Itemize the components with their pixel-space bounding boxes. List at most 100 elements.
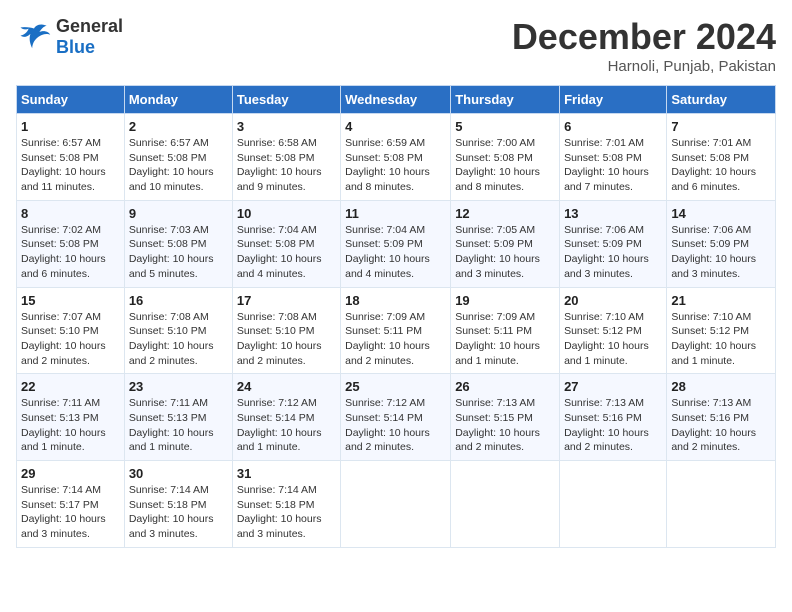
- day-info: Sunrise: 7:09 AM Sunset: 5:11 PM Dayligh…: [455, 310, 555, 369]
- day-info: Sunrise: 7:01 AM Sunset: 5:08 PM Dayligh…: [564, 136, 662, 195]
- day-info: Sunrise: 7:08 AM Sunset: 5:10 PM Dayligh…: [237, 310, 336, 369]
- col-wednesday: Wednesday: [341, 86, 451, 114]
- day-number: 11: [345, 206, 446, 221]
- calendar-cell: 25 Sunrise: 7:12 AM Sunset: 5:14 PM Dayl…: [341, 374, 451, 461]
- day-number: 21: [671, 293, 771, 308]
- calendar-cell: 26 Sunrise: 7:13 AM Sunset: 5:15 PM Dayl…: [451, 374, 560, 461]
- day-info: Sunrise: 7:13 AM Sunset: 5:15 PM Dayligh…: [455, 396, 555, 455]
- day-number: 9: [129, 206, 228, 221]
- day-number: 13: [564, 206, 662, 221]
- day-number: 7: [671, 119, 771, 134]
- month-title: December 2024: [512, 16, 776, 58]
- calendar-cell: [451, 461, 560, 548]
- calendar-cell: 18 Sunrise: 7:09 AM Sunset: 5:11 PM Dayl…: [341, 287, 451, 374]
- day-number: 1: [21, 119, 120, 134]
- location: Harnoli, Punjab, Pakistan: [512, 58, 776, 75]
- calendar-cell: [560, 461, 667, 548]
- calendar-cell: [341, 461, 451, 548]
- calendar-cell: 19 Sunrise: 7:09 AM Sunset: 5:11 PM Dayl…: [451, 287, 560, 374]
- calendar-week-row: 29 Sunrise: 7:14 AM Sunset: 5:17 PM Dayl…: [17, 461, 776, 548]
- day-number: 29: [21, 466, 120, 481]
- logo-icon: [16, 21, 52, 53]
- day-info: Sunrise: 7:10 AM Sunset: 5:12 PM Dayligh…: [671, 310, 771, 369]
- day-info: Sunrise: 7:07 AM Sunset: 5:10 PM Dayligh…: [21, 310, 120, 369]
- calendar-cell: 8 Sunrise: 7:02 AM Sunset: 5:08 PM Dayli…: [17, 200, 125, 287]
- day-number: 15: [21, 293, 120, 308]
- calendar-cell: 4 Sunrise: 6:59 AM Sunset: 5:08 PM Dayli…: [341, 114, 451, 201]
- day-info: Sunrise: 6:59 AM Sunset: 5:08 PM Dayligh…: [345, 136, 446, 195]
- day-number: 3: [237, 119, 336, 134]
- calendar-cell: 23 Sunrise: 7:11 AM Sunset: 5:13 PM Dayl…: [124, 374, 232, 461]
- calendar-cell: 21 Sunrise: 7:10 AM Sunset: 5:12 PM Dayl…: [667, 287, 776, 374]
- day-number: 28: [671, 379, 771, 394]
- day-info: Sunrise: 6:58 AM Sunset: 5:08 PM Dayligh…: [237, 136, 336, 195]
- col-sunday: Sunday: [17, 86, 125, 114]
- calendar-cell: 12 Sunrise: 7:05 AM Sunset: 5:09 PM Dayl…: [451, 200, 560, 287]
- calendar-body: 1 Sunrise: 6:57 AM Sunset: 5:08 PM Dayli…: [17, 114, 776, 548]
- day-number: 12: [455, 206, 555, 221]
- calendar-cell: 14 Sunrise: 7:06 AM Sunset: 5:09 PM Dayl…: [667, 200, 776, 287]
- day-number: 18: [345, 293, 446, 308]
- day-info: Sunrise: 7:11 AM Sunset: 5:13 PM Dayligh…: [129, 396, 228, 455]
- day-number: 6: [564, 119, 662, 134]
- calendar-cell: 17 Sunrise: 7:08 AM Sunset: 5:10 PM Dayl…: [232, 287, 340, 374]
- calendar-cell: 29 Sunrise: 7:14 AM Sunset: 5:17 PM Dayl…: [17, 461, 125, 548]
- col-tuesday: Tuesday: [232, 86, 340, 114]
- day-info: Sunrise: 7:04 AM Sunset: 5:08 PM Dayligh…: [237, 223, 336, 282]
- day-number: 5: [455, 119, 555, 134]
- day-number: 8: [21, 206, 120, 221]
- calendar-cell: 2 Sunrise: 6:57 AM Sunset: 5:08 PM Dayli…: [124, 114, 232, 201]
- day-info: Sunrise: 7:02 AM Sunset: 5:08 PM Dayligh…: [21, 223, 120, 282]
- day-number: 14: [671, 206, 771, 221]
- day-info: Sunrise: 7:11 AM Sunset: 5:13 PM Dayligh…: [21, 396, 120, 455]
- day-info: Sunrise: 7:06 AM Sunset: 5:09 PM Dayligh…: [671, 223, 771, 282]
- day-number: 17: [237, 293, 336, 308]
- day-number: 4: [345, 119, 446, 134]
- day-info: Sunrise: 7:01 AM Sunset: 5:08 PM Dayligh…: [671, 136, 771, 195]
- day-number: 31: [237, 466, 336, 481]
- calendar-week-row: 1 Sunrise: 6:57 AM Sunset: 5:08 PM Dayli…: [17, 114, 776, 201]
- day-number: 26: [455, 379, 555, 394]
- calendar-cell: [667, 461, 776, 548]
- calendar-cell: 28 Sunrise: 7:13 AM Sunset: 5:16 PM Dayl…: [667, 374, 776, 461]
- calendar-cell: 20 Sunrise: 7:10 AM Sunset: 5:12 PM Dayl…: [560, 287, 667, 374]
- day-number: 2: [129, 119, 228, 134]
- day-info: Sunrise: 7:04 AM Sunset: 5:09 PM Dayligh…: [345, 223, 446, 282]
- calendar-cell: 9 Sunrise: 7:03 AM Sunset: 5:08 PM Dayli…: [124, 200, 232, 287]
- day-info: Sunrise: 7:08 AM Sunset: 5:10 PM Dayligh…: [129, 310, 228, 369]
- day-number: 25: [345, 379, 446, 394]
- day-number: 10: [237, 206, 336, 221]
- day-info: Sunrise: 7:00 AM Sunset: 5:08 PM Dayligh…: [455, 136, 555, 195]
- calendar-week-row: 8 Sunrise: 7:02 AM Sunset: 5:08 PM Dayli…: [17, 200, 776, 287]
- day-info: Sunrise: 7:13 AM Sunset: 5:16 PM Dayligh…: [671, 396, 771, 455]
- logo: General Blue: [16, 16, 123, 58]
- day-info: Sunrise: 6:57 AM Sunset: 5:08 PM Dayligh…: [21, 136, 120, 195]
- col-thursday: Thursday: [451, 86, 560, 114]
- calendar-header-row: Sunday Monday Tuesday Wednesday Thursday…: [17, 86, 776, 114]
- calendar-cell: 13 Sunrise: 7:06 AM Sunset: 5:09 PM Dayl…: [560, 200, 667, 287]
- calendar-cell: 30 Sunrise: 7:14 AM Sunset: 5:18 PM Dayl…: [124, 461, 232, 548]
- day-number: 27: [564, 379, 662, 394]
- calendar-cell: 24 Sunrise: 7:12 AM Sunset: 5:14 PM Dayl…: [232, 374, 340, 461]
- calendar-week-row: 22 Sunrise: 7:11 AM Sunset: 5:13 PM Dayl…: [17, 374, 776, 461]
- day-info: Sunrise: 7:12 AM Sunset: 5:14 PM Dayligh…: [345, 396, 446, 455]
- day-info: Sunrise: 7:14 AM Sunset: 5:17 PM Dayligh…: [21, 483, 120, 542]
- calendar-cell: 3 Sunrise: 6:58 AM Sunset: 5:08 PM Dayli…: [232, 114, 340, 201]
- day-info: Sunrise: 7:13 AM Sunset: 5:16 PM Dayligh…: [564, 396, 662, 455]
- calendar-cell: 22 Sunrise: 7:11 AM Sunset: 5:13 PM Dayl…: [17, 374, 125, 461]
- day-info: Sunrise: 7:06 AM Sunset: 5:09 PM Dayligh…: [564, 223, 662, 282]
- day-info: Sunrise: 7:03 AM Sunset: 5:08 PM Dayligh…: [129, 223, 228, 282]
- calendar-week-row: 15 Sunrise: 7:07 AM Sunset: 5:10 PM Dayl…: [17, 287, 776, 374]
- calendar-cell: 10 Sunrise: 7:04 AM Sunset: 5:08 PM Dayl…: [232, 200, 340, 287]
- day-info: Sunrise: 6:57 AM Sunset: 5:08 PM Dayligh…: [129, 136, 228, 195]
- calendar-cell: 5 Sunrise: 7:00 AM Sunset: 5:08 PM Dayli…: [451, 114, 560, 201]
- day-number: 19: [455, 293, 555, 308]
- calendar-cell: 7 Sunrise: 7:01 AM Sunset: 5:08 PM Dayli…: [667, 114, 776, 201]
- col-saturday: Saturday: [667, 86, 776, 114]
- day-info: Sunrise: 7:14 AM Sunset: 5:18 PM Dayligh…: [237, 483, 336, 542]
- calendar-table: Sunday Monday Tuesday Wednesday Thursday…: [16, 85, 776, 548]
- day-number: 22: [21, 379, 120, 394]
- col-friday: Friday: [560, 86, 667, 114]
- col-monday: Monday: [124, 86, 232, 114]
- calendar-cell: 6 Sunrise: 7:01 AM Sunset: 5:08 PM Dayli…: [560, 114, 667, 201]
